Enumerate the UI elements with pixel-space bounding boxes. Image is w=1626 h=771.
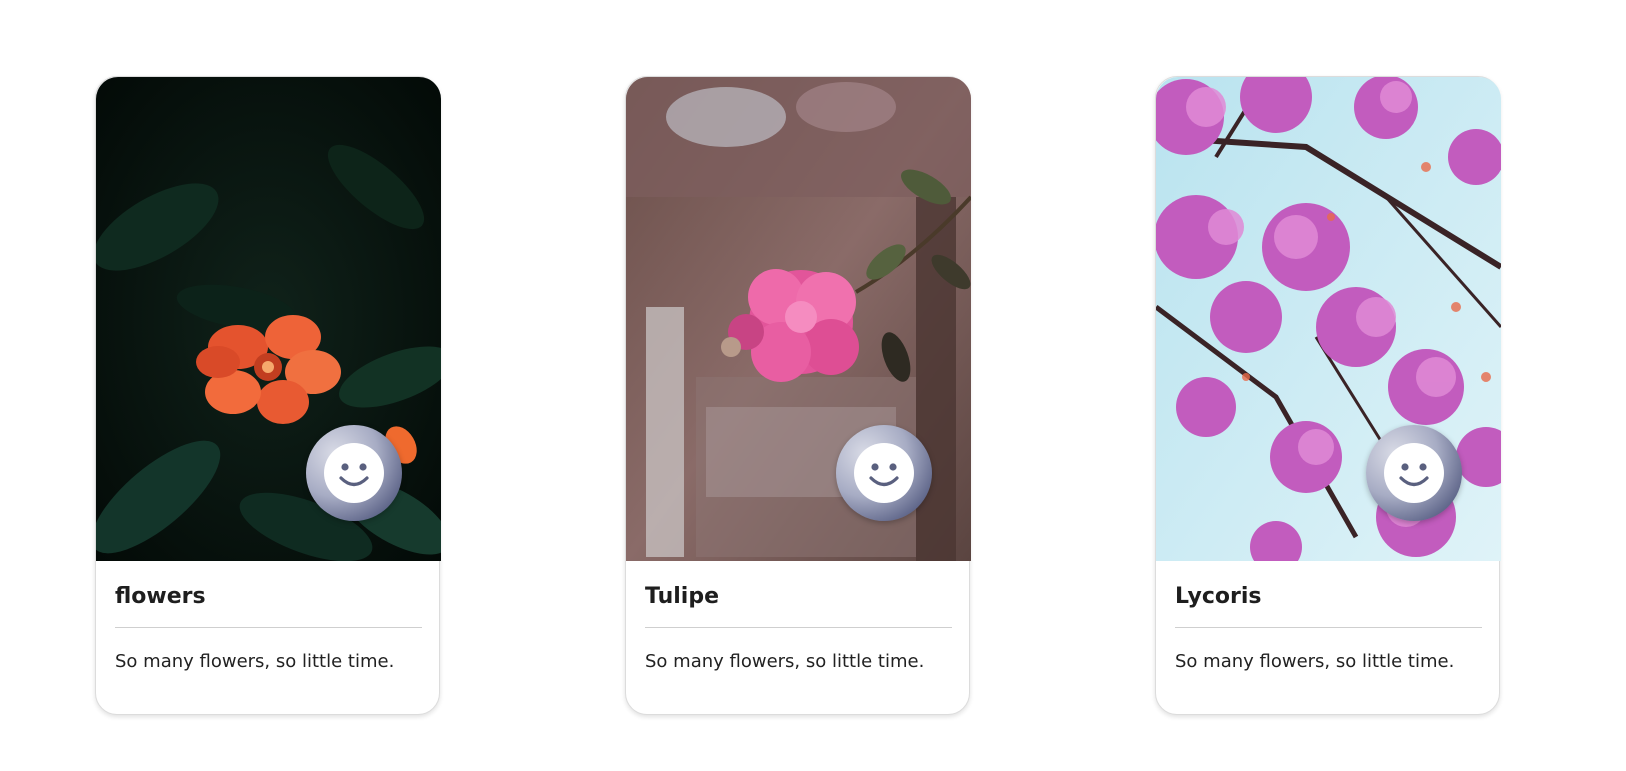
smiley-face-icon xyxy=(324,443,384,503)
avatar[interactable] xyxy=(836,425,932,521)
flower-card-flowers[interactable]: flowers So many flowers, so little time. xyxy=(95,76,441,716)
card-title: Lycoris xyxy=(1175,584,1262,609)
avatar[interactable] xyxy=(1366,425,1462,521)
card-gallery: flowers So many flowers, so little time. xyxy=(0,0,1626,771)
card-title: flowers xyxy=(115,584,206,609)
smiley-face-icon xyxy=(1384,443,1444,503)
card-description: So many flowers, so little time. xyxy=(645,651,925,672)
smiley-face-icon xyxy=(854,443,914,503)
card-description: So many flowers, so little time. xyxy=(1175,651,1455,672)
card-body: flowers So many flowers, so little time. xyxy=(96,561,441,716)
card-description: So many flowers, so little time. xyxy=(115,651,395,672)
card-body: Tulipe So many flowers, so little time. xyxy=(626,561,971,716)
flower-card-lycoris[interactable]: Lycoris So many flowers, so little time. xyxy=(1155,76,1501,716)
card-title: Tulipe xyxy=(645,584,720,609)
avatar[interactable] xyxy=(306,425,402,521)
flower-card-tulipe[interactable]: Tulipe So many flowers, so little time. xyxy=(625,76,971,716)
card-body: Lycoris So many flowers, so little time. xyxy=(1156,561,1501,716)
